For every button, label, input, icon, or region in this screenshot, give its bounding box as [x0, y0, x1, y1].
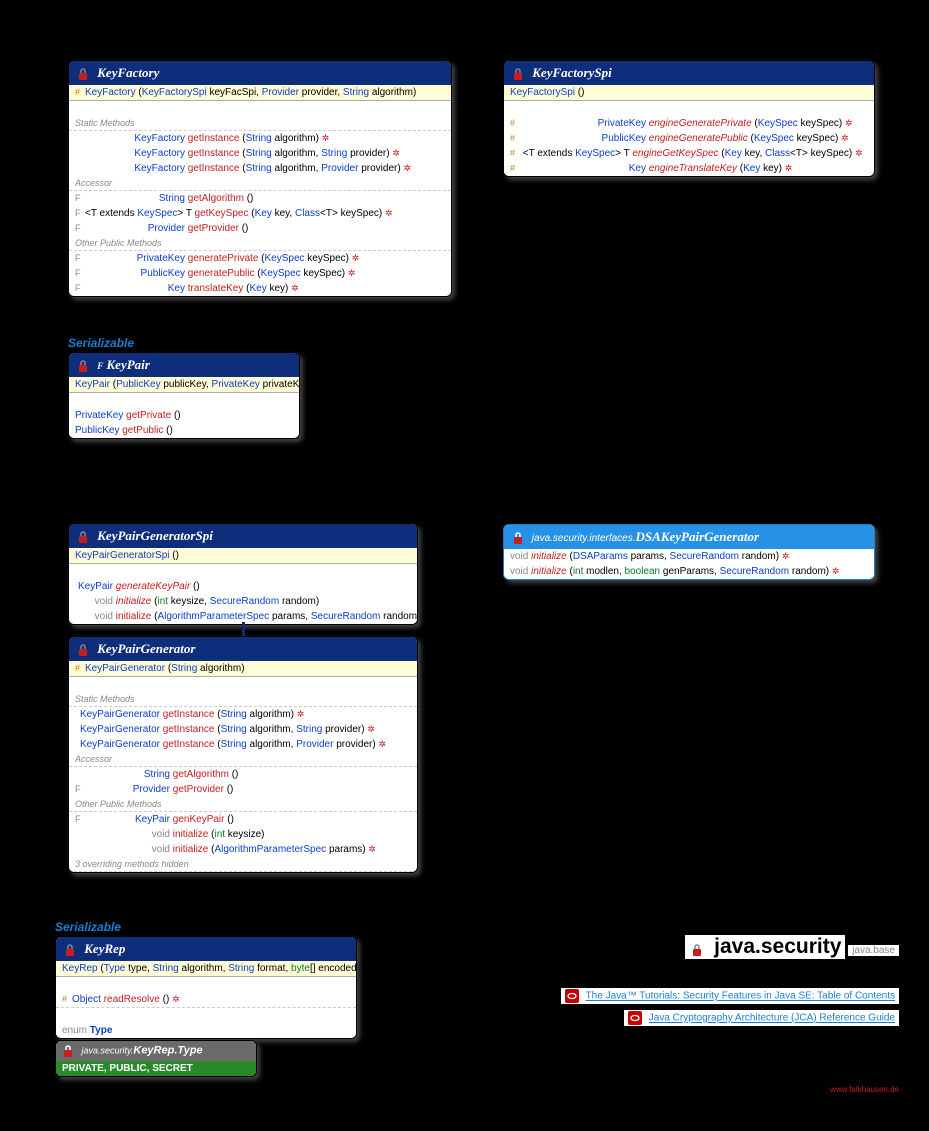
package-title: java.security	[714, 935, 841, 958]
oracle-icon	[565, 989, 579, 1003]
blank	[69, 564, 417, 579]
class-name: KeyPairGenerator	[97, 641, 195, 656]
method: FKey translateKey (Key key) ✲	[69, 281, 451, 296]
method: KeyPair generateKeyPair ()	[69, 579, 417, 594]
class-header: F KeyPair	[69, 353, 299, 377]
class-keyrep: KeyRep KeyRep (Type type, String algorit…	[55, 936, 357, 1039]
class-keyfactoryspi: KeyFactorySpi KeyFactorySpi () #PrivateK…	[503, 60, 875, 177]
method: #Object readResolve () ✲	[56, 992, 356, 1007]
lock-icon	[512, 67, 524, 81]
class-name: KeyFactorySpi	[532, 65, 611, 80]
method: KeyFactory getInstance (String algorithm…	[69, 146, 451, 161]
serializable-label: Serializable	[55, 920, 121, 934]
module-name: java.base	[848, 945, 899, 956]
method: FProvider getProvider ()	[69, 221, 451, 236]
section-accessor: Accessor	[69, 176, 451, 191]
method: void initialize (AlgorithmParameterSpec …	[69, 842, 417, 857]
method: void initialize (int keysize, SecureRand…	[69, 594, 417, 609]
lock-icon	[77, 359, 89, 373]
constructor: KeyPair (PublicKey publicKey, PrivateKey…	[69, 377, 299, 393]
lock-icon	[689, 939, 703, 955]
enum-keyreptype: java.security.KeyRep.Type PRIVATE, PUBLI…	[55, 1040, 257, 1077]
method: # <T extends KeySpec> T engineGetKeySpec…	[504, 146, 874, 161]
lock-icon	[77, 530, 89, 544]
serializable-label: Serializable	[68, 336, 134, 350]
constructor: #KeyPairGenerator (String algorithm)	[69, 661, 417, 677]
blank	[69, 393, 299, 408]
section-static: Static Methods	[69, 692, 417, 707]
enum-ref: enum Type	[56, 1023, 356, 1038]
enum-values: PRIVATE, PUBLIC, SECRET	[56, 1061, 256, 1076]
class-name: KeyPairGeneratorSpi	[97, 528, 213, 543]
interface-name: DSAKeyPairGenerator	[636, 529, 760, 544]
class-name: KeyRep	[84, 941, 125, 956]
method: KeyFactory getInstance (String algorithm…	[69, 131, 451, 146]
method: PublicKey getPublic ()	[69, 423, 299, 438]
method: #Key engineTranslateKey (Key key) ✲	[504, 161, 874, 176]
blank	[56, 1007, 356, 1023]
enum-pkg: java.security.	[82, 1045, 134, 1055]
interface-header: java.security.interfaces.DSAKeyPairGener…	[504, 525, 874, 549]
interface-pkg: java.security.interfaces.	[532, 533, 636, 544]
method: FKeyPair genKeyPair ()	[69, 812, 417, 827]
method: FPrivateKey generatePrivate (KeySpec key…	[69, 251, 451, 266]
method: KeyFactory getInstance (String algorithm…	[69, 161, 451, 176]
section-other: Other Public Methods	[69, 236, 451, 251]
package-block: java.security java.base	[685, 935, 899, 959]
constructor: KeyRep (Type type, String algorithm, Str…	[56, 961, 356, 977]
method: String getAlgorithm ()	[69, 767, 417, 782]
method: FPublicKey generatePublic (KeySpec keySp…	[69, 266, 451, 281]
lock-icon	[77, 643, 89, 657]
class-keypair: F KeyPair KeyPair (PublicKey publicKey, …	[68, 352, 300, 439]
method: F<T extends KeySpec> T getKeySpec (Key k…	[69, 206, 451, 221]
link-text: Java Cryptography Architecture (JCA) Ref…	[649, 1013, 895, 1024]
enum-header: java.security.KeyRep.Type	[56, 1041, 256, 1061]
credit: www.falkhausen.de	[830, 1085, 899, 1094]
hidden-note: 3 overriding methods hidden	[69, 857, 417, 872]
class-header: KeyPairGeneratorSpi	[69, 524, 417, 548]
lock-icon	[512, 531, 524, 545]
doc-link-2[interactable]: Java Cryptography Architecture (JCA) Ref…	[624, 1010, 899, 1026]
blank	[504, 101, 874, 116]
blank	[69, 677, 417, 692]
method: void initialize (int modlen, boolean gen…	[504, 564, 874, 579]
section-accessor: Accessor	[69, 752, 417, 767]
class-kpg: KeyPairGenerator #KeyPairGenerator (Stri…	[68, 636, 418, 873]
section-other: Other Public Methods	[69, 797, 417, 812]
method: void initialize (int keysize)	[69, 827, 417, 842]
constructor: #KeyFactory (KeyFactorySpi keyFacSpi, Pr…	[69, 85, 451, 101]
doc-link-1[interactable]: The Java™ Tutorials: Security Features i…	[561, 988, 899, 1004]
method: FProvider getProvider ()	[69, 782, 417, 797]
section-static: Static Methods	[69, 116, 451, 131]
lock-icon	[77, 67, 89, 81]
method: FString getAlgorithm ()	[69, 191, 451, 206]
enum-name: KeyRep.Type	[133, 1044, 202, 1056]
link-text: The Java™ Tutorials: Security Features i…	[586, 991, 895, 1002]
method: KeyPairGenerator getInstance (String alg…	[69, 737, 417, 752]
class-header: KeyFactory	[69, 61, 451, 85]
method: KeyPairGenerator getInstance (String alg…	[69, 722, 417, 737]
method: KeyPairGenerator getInstance (String alg…	[69, 707, 417, 722]
class-name: KeyPair	[107, 357, 150, 372]
lock-icon	[62, 1044, 74, 1058]
method: #PrivateKey engineGeneratePrivate (KeySp…	[504, 116, 874, 131]
class-header: KeyFactorySpi	[504, 61, 874, 85]
blank	[69, 101, 451, 116]
method: void initialize (DSAParams params, Secur…	[504, 549, 874, 564]
constructor: KeyFactorySpi ()	[504, 85, 874, 101]
blank	[56, 977, 356, 992]
class-kpgspi: KeyPairGeneratorSpi KeyPairGeneratorSpi …	[68, 523, 418, 625]
constructor: KeyPairGeneratorSpi ()	[69, 548, 417, 564]
method: #PublicKey engineGeneratePublic (KeySpec…	[504, 131, 874, 146]
method: PrivateKey getPrivate ()	[69, 408, 299, 423]
class-keyfactory: KeyFactory #KeyFactory (KeyFactorySpi ke…	[68, 60, 452, 297]
class-name: KeyFactory	[97, 65, 159, 80]
oracle-icon	[628, 1011, 642, 1025]
class-header: KeyRep	[56, 937, 356, 961]
lock-icon	[64, 943, 76, 957]
class-header: KeyPairGenerator	[69, 637, 417, 661]
interface-dsa: java.security.interfaces.DSAKeyPairGener…	[503, 524, 875, 580]
